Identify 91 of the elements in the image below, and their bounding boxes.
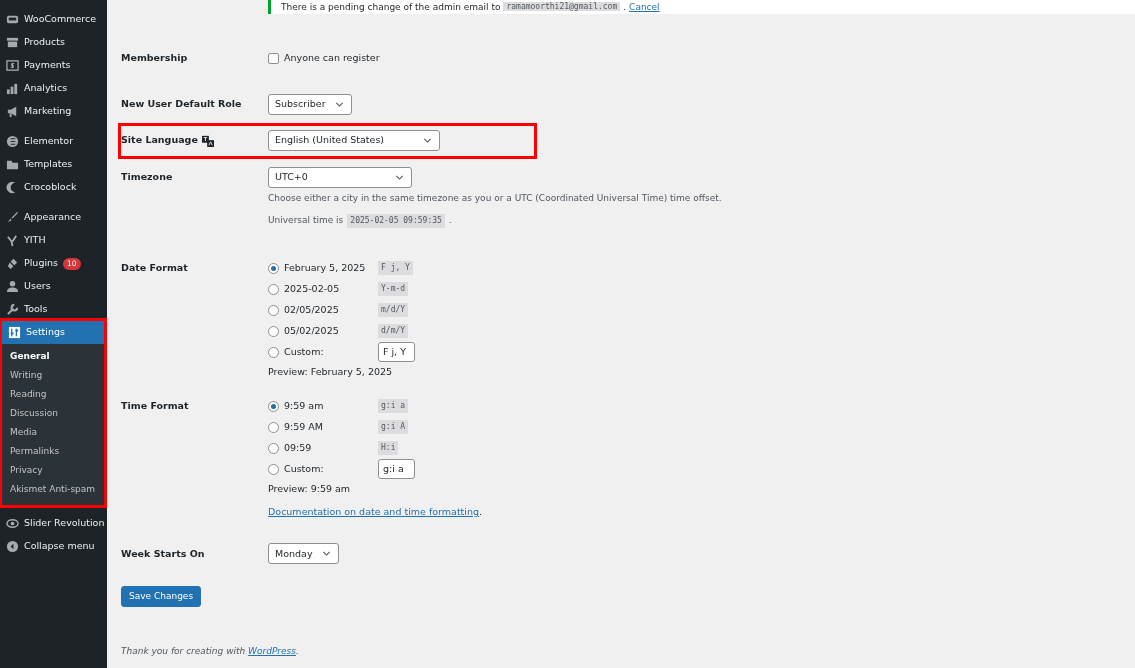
option-label[interactable]: 2025-02-05: [284, 281, 378, 297]
option-label[interactable]: 09:59: [284, 441, 378, 456]
time-code: 2025-02-05 09:59:35: [347, 213, 445, 228]
field-label: Membership: [121, 51, 188, 66]
user-icon: [6, 280, 19, 293]
submenu-item[interactable]: General: [2, 347, 104, 366]
sliders-icon: [8, 326, 21, 339]
format-code: F j, Y: [378, 261, 413, 275]
radio-button[interactable]: [268, 283, 279, 295]
sidebar-item[interactable]: Crocoblock: [0, 176, 107, 199]
archive-icon: [6, 36, 19, 49]
sidebar-item[interactable]: YITH: [0, 229, 107, 252]
sidebar-item[interactable]: Payments: [0, 54, 107, 77]
format-code: Y-m-d: [378, 282, 409, 296]
eye-icon: [6, 517, 19, 530]
format-input[interactable]: F j, Y: [378, 342, 415, 362]
help-text: Choose either a city in the same timezone as you or a UTC (Coordinated Universal Time) time offset.: [268, 192, 723, 205]
format-code: H:i: [378, 441, 399, 456]
email-code: ramamoorthi21@gmail.com: [503, 2, 621, 11]
field-label: Time Format: [121, 399, 189, 414]
option-label[interactable]: 9:59 am: [284, 399, 378, 414]
submenu-item[interactable]: Privacy: [2, 461, 104, 480]
bar-chart-icon: [6, 82, 19, 95]
documentation-note: Documentation on date and time formatting.: [268, 505, 483, 519]
preview-text: Preview: 9:59 am: [268, 481, 352, 496]
submenu-item[interactable]: Media: [2, 423, 104, 442]
option-label[interactable]: Custom:: [284, 462, 378, 477]
sidebar-item[interactable]: Marketing: [0, 100, 107, 123]
submenu-item[interactable]: Akismet Anti-spam: [2, 480, 104, 499]
translate-icon: [201, 134, 214, 147]
submenu-item[interactable]: Discussion: [2, 404, 104, 423]
radio-button[interactable]: [268, 262, 279, 274]
sidebar-item[interactable]: Slider Revolution: [0, 512, 107, 535]
option-label[interactable]: 9:59 AM: [284, 420, 378, 435]
field-label: Date Format: [121, 260, 188, 275]
notice-text: .: [623, 4, 627, 11]
submenu-item[interactable]: Permalinks: [2, 442, 104, 461]
format-input[interactable]: g:i a: [378, 459, 415, 480]
dropdown[interactable]: UTC+0: [268, 167, 412, 188]
collapse-icon: [6, 540, 19, 553]
sidebar-item[interactable]: Elementor: [0, 130, 107, 153]
field-label: Week Starts On: [121, 546, 205, 561]
sidebar-item[interactable]: Products: [0, 31, 107, 54]
radio-button[interactable]: [268, 325, 279, 337]
dollar-icon: [6, 59, 19, 72]
sidebar-item[interactable]: Templates: [0, 153, 107, 176]
radio-button[interactable]: [268, 400, 279, 412]
dropdown[interactable]: Monday: [268, 543, 339, 565]
sidebar-item[interactable]: Collapse menu: [0, 535, 107, 558]
sidebar-item[interactable]: Users: [0, 275, 107, 298]
field-label: New User Default Role: [121, 97, 242, 112]
sidebar-item[interactable]: Tools: [0, 298, 107, 321]
option-label[interactable]: February 5, 2025: [284, 260, 378, 276]
circle-e-icon: [6, 135, 19, 148]
submenu-item[interactable]: Reading: [2, 385, 104, 404]
option-label[interactable]: 05/02/2025: [284, 323, 378, 339]
preview-text: Preview: February 5, 2025: [268, 364, 394, 379]
footer-text: Thank you for creating with WordPress.: [121, 644, 299, 658]
sidebar-item[interactable]: Settings: [2, 321, 104, 344]
dropdown[interactable]: English (United States): [268, 130, 440, 151]
y-icon: [6, 234, 19, 247]
wordpress-link[interactable]: WordPress: [248, 645, 296, 656]
radio-button[interactable]: [268, 442, 279, 454]
megaphone-icon: [6, 105, 19, 118]
save-button[interactable]: Save Changes: [121, 586, 202, 608]
format-code: m/d/Y: [378, 303, 409, 317]
time-text: .: [448, 213, 452, 227]
brush-icon: [6, 211, 19, 224]
dropdown[interactable]: Subscriber: [268, 94, 352, 115]
field-label: Site Language: [121, 133, 198, 148]
format-code: g:i a: [378, 399, 409, 414]
sidebar-item[interactable]: Appearance: [0, 206, 107, 229]
radio-button[interactable]: [268, 346, 279, 358]
folder-icon: [6, 158, 19, 171]
time-label: Universal time is: [268, 213, 344, 227]
submenu-item[interactable]: Writing: [2, 366, 104, 385]
format-code: g:i A: [378, 420, 409, 435]
checkbox-label[interactable]: Anyone can register: [284, 51, 380, 66]
notice-text: There is a pending change of the admin email to: [281, 4, 501, 11]
cancel-link[interactable]: Cancel: [629, 4, 660, 11]
sidebar-item[interactable]: Analytics: [0, 77, 107, 100]
option-label[interactable]: Custom:: [284, 344, 378, 360]
format-code: d/m/Y: [378, 324, 409, 338]
field-label: Timezone: [121, 170, 173, 185]
checkbox[interactable]: [268, 53, 279, 64]
radio-button[interactable]: [268, 463, 279, 475]
sidebar-item[interactable]: WooCommerce: [0, 8, 107, 31]
radio-button[interactable]: [268, 304, 279, 316]
radio-button[interactable]: [268, 421, 279, 433]
option-label[interactable]: 02/05/2025: [284, 302, 378, 318]
wrench-icon: [6, 303, 19, 316]
